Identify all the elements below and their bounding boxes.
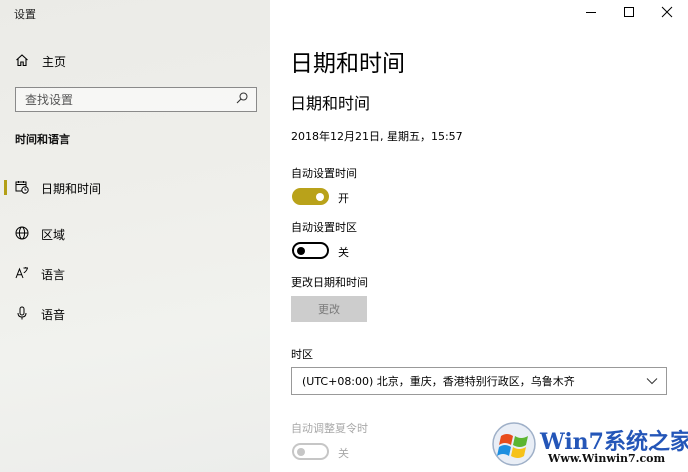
calendar-clock-icon: [15, 180, 29, 197]
sidebar-item-label: 语音: [41, 307, 66, 322]
sidebar-item-label: 语言: [41, 267, 66, 282]
sidebar-item-speech[interactable]: 语音: [0, 294, 270, 334]
watermark: Win7系统之家 Www.Winwin7.com: [490, 418, 688, 472]
sidebar-item-language[interactable]: 语言: [0, 254, 270, 294]
dst-label: 自动调整夏令时: [291, 422, 368, 435]
home-icon: [15, 53, 29, 70]
sidebar-item-date-time[interactable]: 日期和时间: [0, 174, 270, 214]
maximize-icon: [623, 6, 635, 21]
selection-indicator: [4, 180, 7, 195]
auto-timezone-toggle[interactable]: [292, 242, 329, 259]
sidebar: 设置 主页 时间和语言 日期和时间: [0, 0, 270, 472]
globe-icon: [15, 226, 29, 243]
search-box[interactable]: [15, 87, 257, 112]
toggle-knob: [297, 246, 305, 255]
home-label: 主页: [42, 54, 67, 69]
auto-time-state: 开: [338, 192, 349, 205]
timezone-value: (UTC+08:00) 北京，重庆，香港特别行政区，乌鲁木齐: [302, 375, 575, 388]
windows-logo-icon: [490, 418, 540, 468]
page-title: 日期和时间: [290, 51, 405, 77]
current-datetime: 2018年12月21日, 星期五，15:57: [291, 130, 463, 143]
timezone-label: 时区: [291, 348, 313, 361]
home-button[interactable]: 主页: [15, 52, 66, 70]
sidebar-nav: 日期和时间 区域 语言 语音: [0, 174, 270, 334]
close-icon: [661, 6, 673, 21]
app-title: 设置: [14, 8, 36, 21]
section-title: 日期和时间: [290, 94, 371, 113]
language-icon: [15, 266, 29, 283]
toggle-knob: [297, 447, 305, 456]
change-datetime-button[interactable]: 更改: [291, 296, 367, 322]
sidebar-item-label: 区域: [41, 227, 66, 242]
maximize-button[interactable]: [612, 0, 646, 26]
auto-timezone-state: 关: [338, 246, 349, 259]
timezone-select[interactable]: (UTC+08:00) 北京，重庆，香港特别行政区，乌鲁木齐: [291, 367, 667, 395]
microphone-icon: [15, 306, 29, 323]
chevron-down-icon: [646, 374, 658, 388]
section-heading: 时间和语言: [15, 133, 70, 146]
dst-toggle[interactable]: [292, 443, 329, 460]
sidebar-item-region[interactable]: 区域: [0, 214, 270, 254]
sidebar-item-label: 日期和时间: [41, 182, 102, 196]
search-input[interactable]: [25, 92, 215, 107]
auto-time-toggle[interactable]: [292, 188, 329, 205]
minimize-icon: [585, 6, 597, 21]
watermark-url: Www.Winwin7.com: [548, 452, 666, 465]
minimize-button[interactable]: [574, 0, 608, 26]
change-datetime-label: 更改日期和时间: [291, 276, 368, 289]
close-button[interactable]: [650, 0, 684, 26]
toggle-knob: [316, 192, 324, 201]
search-icon[interactable]: [236, 92, 248, 107]
dst-state: 关: [338, 447, 349, 460]
auto-time-label: 自动设置时间: [291, 167, 357, 180]
auto-timezone-label: 自动设置时区: [291, 221, 357, 234]
